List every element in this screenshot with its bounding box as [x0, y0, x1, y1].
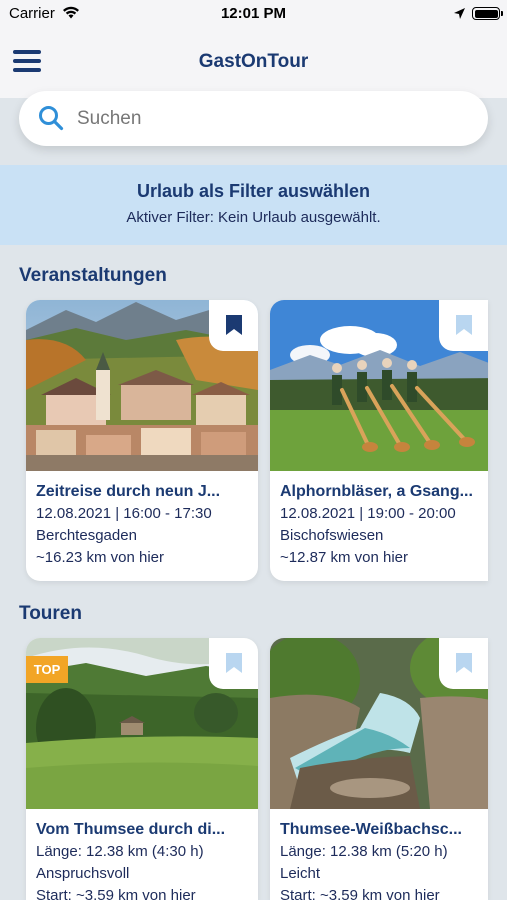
- tour-start-distance: Start: ~3.59 km von hier: [280, 887, 440, 900]
- bookmark-button[interactable]: [209, 638, 258, 689]
- clock: 12:01 PM: [220, 5, 287, 22]
- search-icon: [39, 106, 64, 131]
- event-location: Berchtesgaden: [36, 527, 137, 544]
- search-input[interactable]: Suchen: [19, 91, 488, 146]
- tour-title: Thumsee-Weißbachsc...: [280, 821, 462, 838]
- event-datetime: 12.08.2021 | 19:00 - 20:00: [280, 505, 456, 522]
- event-card[interactable]: Alphornbläser, a Gsang... 12.08.2021 | 1…: [270, 300, 488, 581]
- event-datetime: 12.08.2021 | 16:00 - 17:30: [36, 505, 212, 522]
- event-title: Zeitreise durch neun J...: [36, 483, 221, 500]
- tour-difficulty: Anspruchsvoll: [36, 865, 130, 882]
- event-distance: ~12.87 km von hier: [280, 549, 408, 566]
- bookmark-icon: [226, 653, 242, 673]
- search-placeholder: Suchen: [77, 108, 142, 129]
- section-title-events: Veranstaltungen: [19, 265, 167, 286]
- navigation-bar: GastOnTour: [0, 28, 507, 98]
- vacation-filter-banner[interactable]: Urlaub als Filter auswählen Aktiver Filt…: [0, 165, 507, 245]
- location-arrow-icon: [454, 8, 465, 19]
- event-card[interactable]: Zeitreise durch neun J... 12.08.2021 | 1…: [26, 300, 258, 581]
- tour-card[interactable]: Thumsee-Weißbachsc... Länge: 12.38 km (5…: [270, 638, 488, 900]
- top-badge: TOP: [26, 656, 68, 683]
- bookmark-icon: [226, 315, 242, 335]
- filter-subtitle: Aktiver Filter: Kein Urlaub ausgewählt.: [126, 209, 381, 226]
- app-title: GastOnTour: [198, 51, 309, 72]
- tour-length: Länge: 12.38 km (5:20 h): [280, 843, 448, 860]
- bookmark-icon: [456, 653, 472, 673]
- tour-difficulty: Leicht: [280, 865, 321, 882]
- bookmark-icon: [456, 315, 472, 335]
- status-bar: Carrier 12:01 PM: [0, 0, 507, 28]
- battery-icon: [472, 7, 503, 20]
- bookmark-button[interactable]: [209, 300, 258, 351]
- bookmark-button[interactable]: [439, 300, 488, 351]
- tour-title: Vom Thumsee durch di...: [36, 821, 226, 838]
- filter-title: Urlaub als Filter auswählen: [136, 181, 371, 201]
- event-location: Bischofswiesen: [280, 527, 384, 544]
- tour-length: Länge: 12.38 km (4:30 h): [36, 843, 204, 860]
- section-title-tours: Touren: [19, 603, 82, 624]
- event-distance: ~16.23 km von hier: [36, 549, 164, 566]
- tour-start-distance: Start: ~3.59 km von hier: [36, 887, 196, 900]
- bookmark-button[interactable]: [439, 638, 488, 689]
- event-title: Alphornbläser, a Gsang...: [280, 483, 473, 500]
